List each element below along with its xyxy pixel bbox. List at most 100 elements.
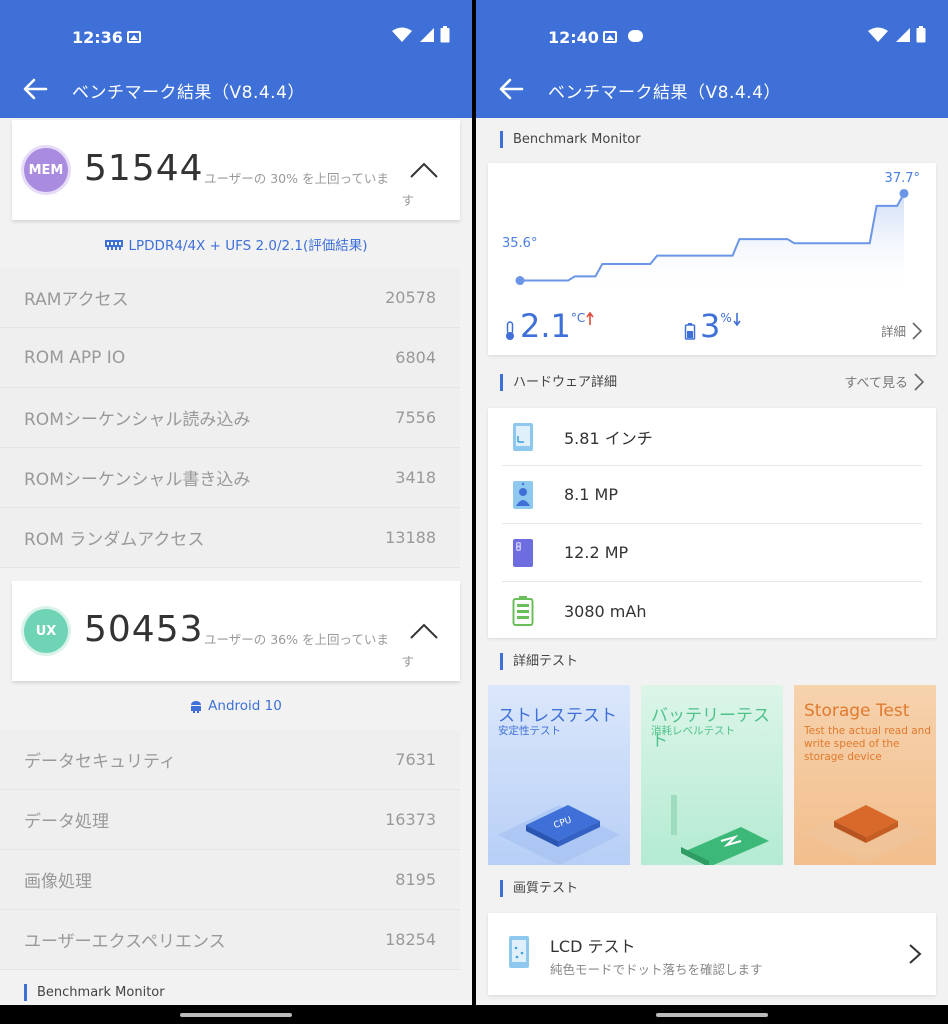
app-bar: 12:40 ベンチマーク結果（V8.4.4） (476, 0, 948, 118)
row-label: データセキュリティ (24, 752, 176, 772)
result-row: 画像処理 8195 (0, 850, 460, 910)
left-gesture-bar[interactable] (180, 1013, 292, 1017)
tile-title: Storage Test (804, 701, 910, 721)
battery-test-tile[interactable]: バッテリーテスト 消耗レベルテスト (641, 685, 783, 865)
status-icons (392, 26, 450, 43)
hardware-value: 5.81 インチ (564, 428, 653, 448)
temperature-start-label: 35.6° (502, 236, 538, 251)
see-all-link[interactable]: すべて見る (844, 372, 924, 391)
storage-chip-icon (804, 803, 926, 863)
ram-chip-icon (104, 239, 123, 250)
section-heading: 詳細テスト (500, 653, 578, 670)
tile-subtitle: 安定性テスト (498, 725, 561, 737)
battery-status-icon (916, 26, 926, 43)
hardware-item[interactable]: 3080 mAh (502, 582, 922, 640)
temperature-unit: °C (570, 311, 586, 325)
section-heading: Benchmark Monitor (24, 984, 165, 1001)
back-arrow-icon[interactable] (22, 76, 48, 102)
collapse-chevron-icon[interactable] (408, 160, 440, 180)
details-scroll[interactable]: Benchmark Monitor 35.6° 37.7° 2.1 °C 3 %… (476, 118, 948, 1005)
mem-type-label: LPDDR4/4X + UFS 2.0/2.1(評価結果) (0, 226, 472, 262)
row-label: ユーザーエクスペリエンス (24, 932, 226, 952)
screen-icon (513, 422, 533, 451)
status-icons (868, 26, 926, 43)
status-time: 12:36 (72, 28, 123, 47)
temperature-end-point (899, 188, 909, 198)
chevron-right-icon (909, 944, 922, 964)
hardware-value: 12.2 MP (564, 543, 629, 562)
mem-badge: MEM (24, 148, 68, 192)
left-screen: 12:36 ベンチマーク結果（V8.4.4） MEM 51544 ユーザーの 3… (0, 0, 472, 1005)
collapse-chevron-icon[interactable] (408, 621, 440, 641)
row-value: 13188 (385, 528, 436, 547)
storage-test-tile[interactable]: Storage Test Test the actual read and wr… (794, 685, 936, 865)
row-label: ROMシーケンシャル読み込み (24, 410, 251, 430)
lcd-screen-icon (509, 936, 529, 968)
battery-drop-stat: 3 % (684, 309, 741, 343)
temperature-start-point (515, 276, 525, 286)
hardware-item[interactable]: 12.2 MP (502, 524, 922, 582)
hardware-card: 5.81 インチ 8.1 MP 12.2 MP 3080 mAh (488, 408, 936, 638)
image-notification-icon (127, 31, 141, 43)
ux-score-card[interactable]: UX 50453 ユーザーの 36% を上回っていま す (12, 581, 460, 681)
results-list[interactable]: MEM 51544 ユーザーの 30% を上回っていま す LPDDR4/4X … (0, 118, 472, 1005)
row-label: 画像処理 (24, 872, 92, 892)
back-arrow-icon[interactable] (498, 76, 524, 102)
row-value: 20578 (385, 288, 436, 307)
row-label: RAMアクセス (24, 290, 129, 310)
row-value: 16373 (385, 810, 436, 829)
battery-unit: % (720, 311, 732, 325)
temperature-rise-value: 2.1 (520, 307, 571, 345)
lcd-test-subtitle: 純色モードでドット落ちを確認します (550, 962, 763, 977)
mem-note-line: ユーザーの 30% を上回っていま (204, 171, 389, 186)
result-row: ROMシーケンシャル読み込み 7556 (0, 388, 460, 448)
detail-label: 詳細 (880, 324, 906, 339)
hardware-value: 3080 mAh (564, 601, 647, 621)
ux-percentile-note: ユーザーの 36% を上回っていま す (204, 629, 414, 673)
right-gesture-bar[interactable] (656, 1013, 768, 1017)
row-value: 18254 (385, 930, 436, 949)
test-tiles: ストレステスト 安定性テスト CPU バッテリーテスト 消耗レベルテスト Sto… (488, 685, 936, 865)
hardware-item[interactable]: 8.1 MP (502, 466, 922, 524)
battery-status-icon (440, 26, 450, 43)
mem-score: 51544 (84, 148, 204, 189)
temperature-rise-stat: 2.1 °C (504, 309, 594, 343)
mem-type-text: LPDDR4/4X + UFS 2.0/2.1(評価結果) (128, 238, 368, 254)
row-label: ROM APP IO (24, 347, 126, 368)
section-heading: 画質テスト (500, 880, 578, 897)
rear-camera-icon (513, 538, 533, 567)
mem-note-end: す (401, 193, 414, 208)
benchmark-monitor-card[interactable]: 35.6° 37.7° 2.1 °C 3 % 詳細 (488, 163, 936, 355)
hardware-item[interactable]: 5.81 インチ (502, 408, 922, 466)
row-label: ROM ランダムアクセス (24, 530, 205, 550)
arrow-up-icon (586, 312, 594, 325)
section-heading: ハードウェア詳細 (500, 374, 617, 391)
wifi-icon (392, 27, 412, 42)
result-row: ROMシーケンシャル書き込み 3418 (0, 448, 460, 508)
cpu-chip-icon: CPU (498, 805, 620, 865)
ux-note-end: す (401, 654, 414, 669)
os-version-label: Android 10 (0, 688, 472, 724)
front-camera-icon (513, 480, 533, 509)
page-title: ベンチマーク結果（V8.4.4） (548, 83, 781, 103)
temperature-area (520, 193, 904, 295)
row-value: 6804 (395, 348, 436, 367)
arrow-down-icon (733, 313, 741, 326)
row-label: ROMシーケンシャル書き込み (24, 470, 251, 490)
chevron-right-icon (912, 321, 922, 340)
os-version-text: Android 10 (208, 698, 282, 714)
signal-icon (896, 27, 910, 42)
result-row: データセキュリティ 7631 (0, 730, 460, 790)
image-notification-icon (603, 31, 617, 43)
result-row: ユーザーエクスペリエンス 18254 (0, 910, 460, 970)
stress-test-tile[interactable]: ストレステスト 安定性テスト CPU (488, 685, 630, 865)
temperature-chart (515, 188, 909, 295)
ux-note-line: ユーザーの 36% を上回っていま (204, 632, 389, 647)
chevron-right-icon (914, 372, 924, 391)
row-value: 7556 (395, 408, 436, 427)
lcd-test-card[interactable]: LCD テスト 純色モードでドット落ちを確認します (488, 913, 936, 995)
row-value: 8195 (395, 870, 436, 889)
result-row: RAMアクセス 20578 (0, 268, 460, 328)
monitor-detail-link[interactable]: 詳細 (881, 321, 922, 340)
mem-score-card[interactable]: MEM 51544 ユーザーの 30% を上回っていま す (12, 120, 460, 220)
